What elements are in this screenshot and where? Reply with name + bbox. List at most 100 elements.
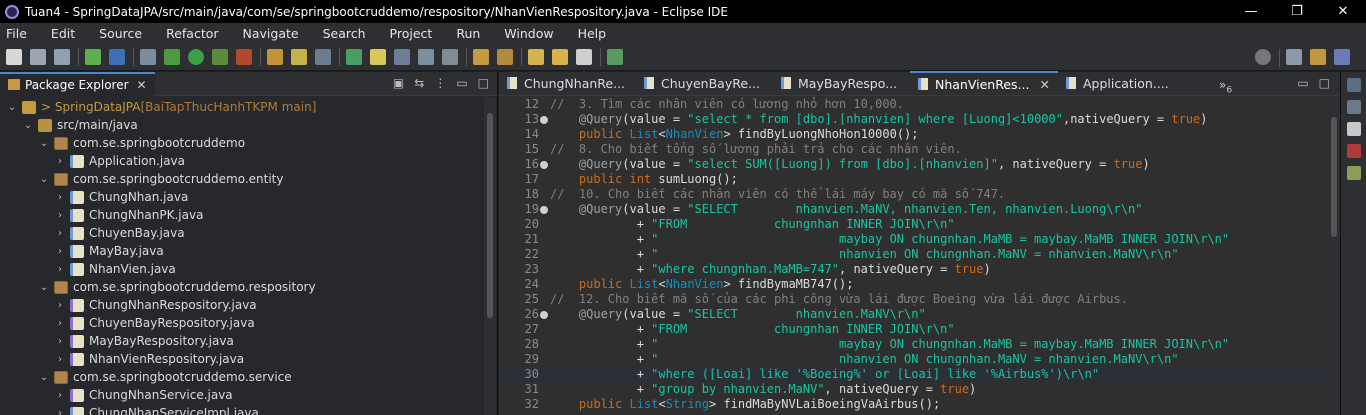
tree-item[interactable]: ⌄ com.se.springbootcruddemo bbox=[0, 134, 497, 152]
skip-breakpoints-icon[interactable] bbox=[140, 48, 156, 65]
code-line[interactable]: 23 + "where chungnhan.MaMB=747", nativeQ… bbox=[499, 262, 1328, 277]
tree-item[interactable]: ⌄ com.se.springbootcruddemo.service bbox=[0, 368, 497, 386]
editor-tab[interactable]: ChungNhanRe... bbox=[499, 71, 636, 95]
tree-item[interactable]: › ChuyenBayRespository.java bbox=[0, 314, 497, 332]
code-line[interactable]: 25 // 12. Cho biết mã số của các phi công… bbox=[499, 292, 1328, 307]
editor-tab[interactable]: MayBayRespo... bbox=[773, 71, 910, 95]
java-icon[interactable] bbox=[346, 48, 362, 65]
maximize-view-icon[interactable]: □ bbox=[478, 76, 489, 90]
scrollbar-thumb[interactable] bbox=[487, 113, 493, 318]
fold-toggle-icon[interactable] bbox=[540, 311, 548, 319]
editor-tab[interactable]: Application.... bbox=[1058, 71, 1195, 95]
tree-item[interactable]: ⌄ com.se.springbootcruddemo.respository bbox=[0, 278, 497, 296]
chevron-right-icon[interactable]: › bbox=[54, 318, 66, 329]
chevron-right-icon[interactable]: › bbox=[54, 354, 66, 365]
fold-marker[interactable] bbox=[539, 307, 550, 322]
fold-toggle-icon[interactable] bbox=[540, 206, 548, 214]
close-icon[interactable]: ✕ bbox=[137, 78, 147, 92]
close-icon[interactable]: ✕ bbox=[1039, 77, 1049, 92]
tab-package-explorer[interactable]: Package Explorer ✕ bbox=[0, 71, 155, 96]
chevron-down-icon[interactable]: ⌄ bbox=[38, 174, 50, 185]
console-icon[interactable] bbox=[1346, 144, 1361, 158]
chevron-right-icon[interactable]: › bbox=[54, 300, 66, 311]
code-line[interactable]: 19 @Query(value = "SELECT nhanvien.MaNV,… bbox=[499, 202, 1328, 217]
code-line[interactable]: 17 public int sumLuong(); bbox=[499, 172, 1328, 187]
tree-scrollbar[interactable] bbox=[484, 97, 496, 415]
chevron-right-icon[interactable]: › bbox=[54, 210, 66, 221]
chevron-down-icon[interactable]: ⌄ bbox=[38, 372, 50, 383]
code-line[interactable]: 20 + "FROM chungnhan INNER JOIN\r\n" bbox=[499, 217, 1328, 232]
chevron-down-icon[interactable]: ⌄ bbox=[22, 120, 34, 131]
minimize-view-icon[interactable]: ▭ bbox=[1297, 76, 1308, 90]
back-icon[interactable] bbox=[552, 48, 568, 65]
menu-refactor[interactable]: Refactor bbox=[166, 26, 218, 41]
chevron-right-icon[interactable]: › bbox=[54, 156, 66, 167]
tree-item[interactable]: › ChungNhanService.java bbox=[0, 386, 497, 404]
close-window-button[interactable]: ✕ bbox=[1320, 0, 1366, 23]
code-line[interactable]: 26 @Query(value = "SELECT nhanvien.MaNV\… bbox=[499, 307, 1328, 322]
tree-item[interactable]: › ChungNhan.java bbox=[0, 188, 497, 206]
java-ee-perspective-icon[interactable] bbox=[1310, 49, 1326, 65]
terminal-icon[interactable] bbox=[109, 48, 125, 65]
search-icon[interactable] bbox=[1255, 49, 1271, 65]
fold-toggle-icon[interactable] bbox=[540, 161, 548, 169]
tree-item[interactable]: › Application.java bbox=[0, 152, 497, 170]
coverage-icon[interactable] bbox=[212, 48, 228, 65]
external-tools-icon[interactable] bbox=[236, 48, 252, 65]
show-whitespace-icon[interactable] bbox=[442, 48, 458, 65]
chevron-right-icon[interactable]: › bbox=[54, 228, 66, 239]
outline-icon[interactable] bbox=[1346, 78, 1361, 92]
fold-marker[interactable] bbox=[539, 112, 550, 127]
fold-marker[interactable] bbox=[539, 202, 550, 217]
menu-file[interactable]: File bbox=[6, 26, 27, 41]
menu-window[interactable]: Window bbox=[504, 26, 553, 41]
forward-icon[interactable] bbox=[576, 48, 592, 65]
build-icon[interactable] bbox=[85, 48, 101, 65]
editor-scrollbar[interactable] bbox=[1328, 97, 1340, 415]
code-line[interactable]: 13 @Query(value = "select * from [dbo].[… bbox=[499, 112, 1328, 127]
fold-marker[interactable] bbox=[539, 157, 550, 172]
minimize-view-icon[interactable]: ▭ bbox=[456, 76, 467, 90]
view-menu-icon[interactable]: ⋮ bbox=[434, 76, 446, 90]
code-line[interactable]: 16 @Query(value = "select SUM([Luong]) f… bbox=[499, 157, 1328, 172]
editor-tab[interactable]: ChuyenBayRe... bbox=[636, 71, 773, 95]
last-edit-icon[interactable] bbox=[528, 48, 544, 65]
tree-item[interactable]: › MayBay.java bbox=[0, 242, 497, 260]
code-line[interactable]: 24 public List<NhanVien> findBymaMB747()… bbox=[499, 277, 1328, 292]
pen-icon[interactable] bbox=[291, 48, 307, 65]
code-line[interactable]: 30 + "where ([Loai] like '%Boeing%' or [… bbox=[499, 367, 1328, 382]
block-selection-icon[interactable] bbox=[394, 48, 410, 65]
word-wrap-icon[interactable] bbox=[418, 48, 434, 65]
tree-item[interactable]: › NhanVienRespository.java bbox=[0, 350, 497, 368]
chevron-right-icon[interactable]: › bbox=[54, 264, 66, 275]
servers-icon[interactable] bbox=[1346, 166, 1361, 180]
tree-item[interactable]: ⌄ com.se.springbootcruddemo.entity bbox=[0, 170, 497, 188]
run-icon[interactable] bbox=[188, 48, 204, 65]
code-line[interactable]: 22 + " nhanvien ON chungnhan.MaNV = nhan… bbox=[499, 247, 1328, 262]
scrollbar-thumb[interactable] bbox=[1331, 117, 1337, 237]
maximize-view-icon[interactable]: □ bbox=[1319, 76, 1330, 90]
code-line[interactable]: 31 + "group by nhanvien.MaNV", nativeQue… bbox=[499, 382, 1328, 397]
open-type-icon[interactable] bbox=[315, 48, 331, 65]
editor-tab[interactable]: NhanVienRes... ✕ bbox=[910, 71, 1058, 95]
code-line[interactable]: 14 public List<NhanVien> findByLuongNhoH… bbox=[499, 127, 1328, 142]
collapse-all-icon[interactable]: ▣ bbox=[393, 76, 404, 90]
save-icon[interactable] bbox=[30, 48, 46, 65]
tree-item[interactable]: › ChuyenBay.java bbox=[0, 224, 497, 242]
menu-edit[interactable]: Edit bbox=[51, 26, 75, 41]
chevron-right-icon[interactable]: › bbox=[54, 336, 66, 347]
tree-item[interactable]: › ChungNhanRespository.java bbox=[0, 296, 497, 314]
java-perspective-icon[interactable] bbox=[1334, 49, 1350, 65]
problems-icon[interactable] bbox=[1346, 122, 1361, 136]
chevron-right-icon[interactable]: › bbox=[54, 408, 66, 415]
tree-item[interactable]: › ChungNhanServiceImpl.java bbox=[0, 404, 497, 415]
code-line[interactable]: 32 public List<String> findMaByNVLaiBoei… bbox=[499, 397, 1328, 412]
more-tabs-button[interactable]: »6 bbox=[1219, 78, 1232, 95]
tree-item[interactable]: › ChungNhanPK.java bbox=[0, 206, 497, 224]
chevron-right-icon[interactable]: › bbox=[54, 246, 66, 257]
menu-help[interactable]: Help bbox=[578, 26, 607, 41]
tree-item[interactable]: ⌄ src/main/java bbox=[0, 116, 497, 134]
chevron-down-icon[interactable]: ⌄ bbox=[38, 138, 50, 149]
mark-occurrences-icon[interactable] bbox=[370, 48, 386, 65]
chevron-down-icon[interactable]: ⌄ bbox=[6, 102, 18, 113]
